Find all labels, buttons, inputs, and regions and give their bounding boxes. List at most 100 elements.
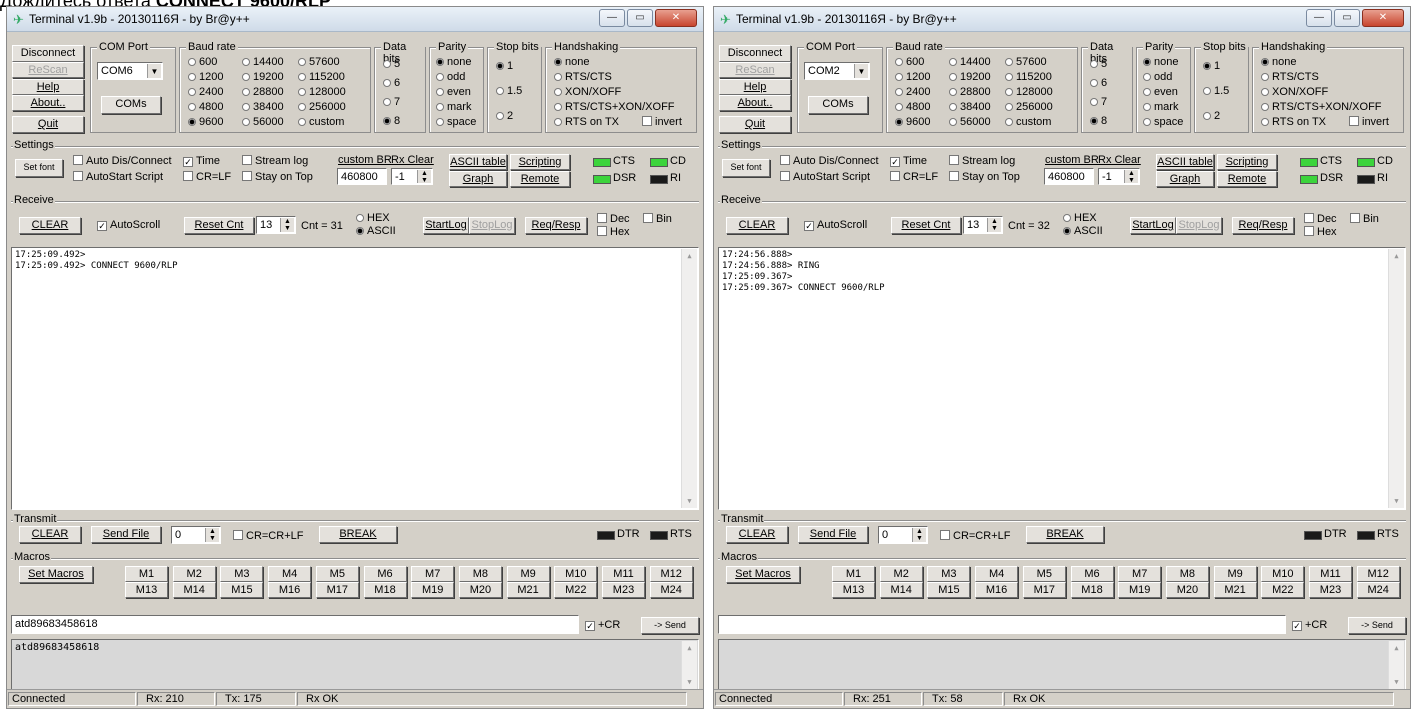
macro-button-M3[interactable]: M3 <box>927 566 971 582</box>
parity-option-mark[interactable]: mark <box>436 101 471 113</box>
receive-clear-button[interactable]: CLEAR <box>726 217 788 234</box>
parity-option-space[interactable]: space <box>1143 116 1183 128</box>
baud-option-38400[interactable]: 38400 <box>242 101 284 113</box>
send-file-button[interactable]: Send File <box>798 526 868 543</box>
set-font-button[interactable]: Set font <box>722 159 770 177</box>
data-bits-option-7[interactable]: 7 <box>1090 96 1107 108</box>
parity-option-space[interactable]: space <box>436 116 476 128</box>
handshaking-option-2[interactable]: XON/XOFF <box>554 86 621 98</box>
macro-button-M12[interactable]: M12 <box>1356 566 1400 582</box>
rx-clear-input[interactable]: -1 ▲ ▼ <box>1098 168 1140 185</box>
macro-button-M11[interactable]: M11 <box>1309 566 1352 582</box>
com-port-select[interactable]: COM2 ▼ <box>804 62 870 80</box>
macro-button-M11[interactable]: M11 <box>602 566 645 582</box>
graph-button[interactable]: Graph <box>1156 171 1214 187</box>
send-file-button[interactable]: Send File <box>91 526 161 543</box>
macro-button-M23[interactable]: M23 <box>1309 582 1352 598</box>
parity-option-even[interactable]: even <box>1143 86 1178 98</box>
ascii-table-button[interactable]: ASCII table <box>1156 154 1214 170</box>
macro-button-M21[interactable]: M21 <box>1213 582 1257 598</box>
stop-bits-option-2[interactable]: 2 <box>496 110 513 122</box>
macro-button-M3[interactable]: M3 <box>220 566 264 582</box>
stoplog-button[interactable]: StopLog <box>469 217 515 234</box>
rescan-button[interactable]: ReScan <box>12 62 84 78</box>
stoplog-button[interactable]: StopLog <box>1176 217 1222 234</box>
send-button[interactable]: -> Send <box>1348 617 1406 634</box>
close-button[interactable]: ✕ <box>655 9 697 27</box>
handshaking-option-0[interactable]: none <box>554 56 589 68</box>
handshaking-option-0[interactable]: none <box>1261 56 1296 68</box>
macro-button-M19[interactable]: M19 <box>1118 582 1162 598</box>
stay-on-top-checkbox[interactable]: Stay on Top <box>949 171 1020 183</box>
baud-option-256000[interactable]: 256000 <box>1005 101 1053 113</box>
baud-option-1200[interactable]: 1200 <box>895 71 930 83</box>
about-button[interactable]: About.. <box>12 95 84 111</box>
hex-radio[interactable]: HEX <box>356 212 390 224</box>
dec-checkbox[interactable]: Dec <box>1304 213 1337 225</box>
stop-bits-option-1.5[interactable]: 1.5 <box>1203 85 1229 97</box>
data-bits-option-8[interactable]: 8 <box>383 115 400 127</box>
baud-option-4800[interactable]: 4800 <box>188 101 223 113</box>
quit-button[interactable]: Quit <box>719 116 791 133</box>
rx-clear-input[interactable]: -1 ▲ ▼ <box>391 168 433 185</box>
baud-option-56000[interactable]: 56000 <box>242 116 284 128</box>
cr-lf-checkbox[interactable]: CR=LF <box>183 171 231 183</box>
parity-option-none[interactable]: none <box>1143 56 1178 68</box>
macro-button-M8[interactable]: M8 <box>458 566 502 582</box>
baud-option-28800[interactable]: 28800 <box>949 86 991 98</box>
bin-checkbox[interactable]: Bin <box>643 213 672 225</box>
macro-button-M15[interactable]: M15 <box>927 582 971 598</box>
data-bits-option-7[interactable]: 7 <box>383 96 400 108</box>
parity-option-odd[interactable]: odd <box>1143 71 1172 83</box>
time-checkbox[interactable]: ✓ Time <box>183 155 220 167</box>
autostart-script-checkbox[interactable]: AutoStart Script <box>73 171 163 183</box>
handshaking-option-3[interactable]: RTS/CTS+XON/XOFF <box>554 101 675 113</box>
stop-bits-option-1[interactable]: 1 <box>496 60 513 72</box>
macro-button-M24[interactable]: M24 <box>649 582 693 598</box>
receive-terminal[interactable]: 17:24:56.888> 17:24:56.888> RING 17:25:0… <box>718 247 1406 510</box>
baud-option-1200[interactable]: 1200 <box>188 71 223 83</box>
reset-cnt-button[interactable]: Reset Cnt <box>184 217 254 234</box>
cr-crlf-checkbox[interactable]: CR=CR+LF <box>233 530 303 542</box>
data-bits-option-5[interactable]: 5 <box>1090 58 1107 70</box>
transmit-clear-button[interactable]: CLEAR <box>19 526 81 543</box>
help-button[interactable]: Help <box>719 79 791 95</box>
minimize-button[interactable]: — <box>1306 9 1332 27</box>
baud-option-57600[interactable]: 57600 <box>1005 56 1047 68</box>
transmit-clear-button[interactable]: CLEAR <box>726 526 788 543</box>
plus-cr-checkbox[interactable]: ✓ +CR <box>585 619 620 631</box>
receive-clear-button[interactable]: CLEAR <box>19 217 81 234</box>
remote-button[interactable]: Remote <box>510 171 570 187</box>
sent-log[interactable]: ▲ ▼ <box>718 639 1406 691</box>
baud-option-custom[interactable]: custom <box>1005 116 1051 128</box>
data-bits-option-8[interactable]: 8 <box>1090 115 1107 127</box>
macro-button-M18[interactable]: M18 <box>1070 582 1114 598</box>
maximize-button[interactable]: ▭ <box>627 9 653 27</box>
data-bits-option-6[interactable]: 6 <box>1090 77 1107 89</box>
startlog-button[interactable]: StartLog <box>1130 217 1176 234</box>
baud-option-115200[interactable]: 115200 <box>1005 71 1052 83</box>
time-checkbox[interactable]: ✓ Time <box>890 155 927 167</box>
macro-button-M9[interactable]: M9 <box>1213 566 1257 582</box>
baud-option-600[interactable]: 600 <box>895 56 924 68</box>
receive-terminal[interactable]: 17:25:09.492> 17:25:09.492> CONNECT 9600… <box>11 247 699 510</box>
scripting-button[interactable]: Scripting <box>510 154 570 170</box>
macro-button-M7[interactable]: M7 <box>411 566 455 582</box>
macro-button-M12[interactable]: M12 <box>649 566 693 582</box>
stop-bits-option-1.5[interactable]: 1.5 <box>496 85 522 97</box>
handshaking-option-4[interactable]: RTS on TX <box>1261 116 1326 128</box>
macro-button-M14[interactable]: M14 <box>879 582 923 598</box>
macro-button-M16[interactable]: M16 <box>975 582 1019 598</box>
baud-option-2400[interactable]: 2400 <box>895 86 930 98</box>
set-macros-button[interactable]: Set Macros <box>19 566 93 583</box>
sent-scrollbar[interactable]: ▲ ▼ <box>681 641 697 689</box>
invert-checkbox[interactable]: invert <box>642 116 682 128</box>
macro-button-M22[interactable]: M22 <box>554 582 598 598</box>
break-button[interactable]: BREAK <box>319 526 397 543</box>
autoscroll-checkbox[interactable]: ✓ AutoScroll <box>97 219 160 231</box>
macro-button-M5[interactable]: M5 <box>315 566 359 582</box>
transmit-value-input[interactable]: 0 ▲ ▼ <box>171 526 221 544</box>
handshaking-option-3[interactable]: RTS/CTS+XON/XOFF <box>1261 101 1382 113</box>
macro-button-M7[interactable]: M7 <box>1118 566 1162 582</box>
macro-button-M15[interactable]: M15 <box>220 582 264 598</box>
